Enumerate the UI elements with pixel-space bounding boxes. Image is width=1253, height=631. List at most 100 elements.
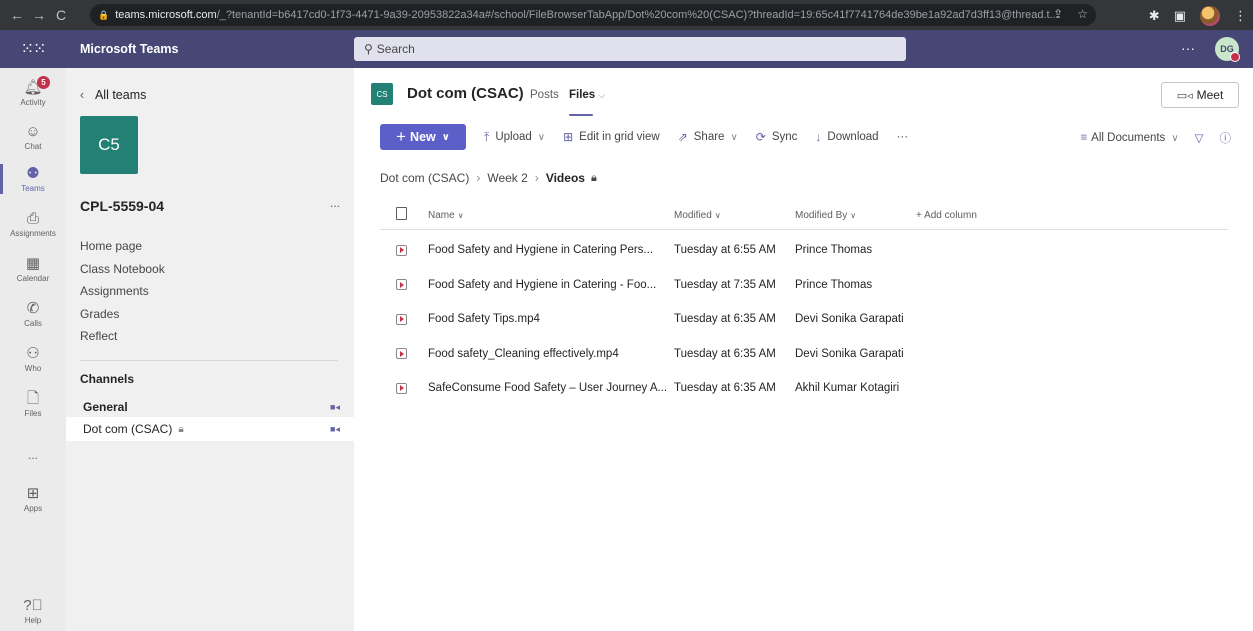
rail-item-activity[interactable]: 🔔︎ Activity 5: [0, 72, 66, 114]
help-icon: ?⃝: [23, 597, 43, 614]
table-row[interactable]: Food Safety and Hygiene in Catering Pers…: [380, 233, 1228, 268]
extensions-icon[interactable]: ✱: [1149, 8, 1160, 24]
rail-item-more[interactable]: ...: [0, 433, 66, 475]
modified-cell: Tuesday at 6:35 AM: [674, 382, 776, 395]
rail-item-help[interactable]: ?⃝ Help: [0, 590, 66, 631]
video-file-icon: [396, 348, 407, 360]
sync-label: Sync: [771, 131, 798, 143]
upload-button[interactable]: ⤒ Upload ∨: [484, 130, 545, 145]
search-input[interactable]: ⚲ Search: [354, 37, 906, 61]
channel-dot-com-csac[interactable]: Dot com (CSAC) 🔒︎ ■◂: [66, 417, 354, 441]
chevron-down-icon: ∨: [850, 210, 857, 220]
file-table: Name ∨ Modified ∨ Modified By ∨ + Add colum…: [380, 201, 1228, 406]
tab-files[interactable]: Files ⌵: [569, 89, 605, 101]
app-name: Microsoft Teams: [80, 42, 179, 56]
file-name-link[interactable]: SafeConsume Food Safety – User Journey A…: [428, 382, 674, 394]
rail-label: Activity: [20, 98, 46, 107]
video-file-icon: [396, 313, 407, 325]
column-header-modified[interactable]: Modified ∨: [674, 210, 795, 221]
team-link-home-page[interactable]: Home page: [80, 238, 165, 261]
meet-button[interactable]: ▭◃ Meet: [1161, 82, 1239, 108]
team-link-grades[interactable]: Grades: [80, 306, 165, 329]
add-column-button[interactable]: + Add column: [916, 210, 977, 221]
edit-grid-view-button[interactable]: ⊞ Edit in grid view: [563, 130, 660, 144]
avatar[interactable]: DG: [1215, 37, 1240, 62]
table-header: Name ∨ Modified ∨ Modified By ∨ + Add colum…: [380, 201, 1228, 230]
team-links: Home page Class Notebook Assignments Gra…: [80, 238, 165, 351]
more-apps-icon: ...: [27, 447, 38, 462]
activity-badge: 5: [37, 76, 50, 89]
forward-arrow-icon[interactable]: →: [28, 7, 50, 23]
share-button[interactable]: ⇗ Share ∨: [678, 130, 738, 144]
all-teams-link[interactable]: ‹ All teams: [80, 88, 146, 102]
chevron-right-icon: ›: [534, 171, 539, 185]
rail-label: Teams: [21, 184, 45, 193]
team-link-reflect[interactable]: Reflect: [80, 328, 165, 351]
bookmark-star-icon[interactable]: ☆: [1077, 7, 1088, 21]
calendar-icon: ▦: [25, 255, 41, 272]
team-name: CPL-5559-04: [80, 198, 165, 214]
all-documents-dropdown[interactable]: All Documents: [1091, 132, 1165, 144]
browser-profile-avatar[interactable]: [1200, 6, 1220, 26]
channel-tile: CS: [371, 83, 393, 105]
table-row[interactable]: SafeConsume Food Safety – User Journey A…: [380, 371, 1228, 406]
filter-icon[interactable]: ▽: [1195, 131, 1204, 145]
file-name-link[interactable]: Food safety_Cleaning effectively.mp4: [428, 348, 674, 360]
rail-item-calendar[interactable]: ▦ Calendar: [0, 248, 66, 290]
column-header-modified-by[interactable]: Modified By ∨: [795, 210, 916, 221]
rail-item-teams[interactable]: ⚉ Teams: [0, 158, 66, 200]
new-label: New: [410, 130, 436, 144]
rail-label: Files: [24, 409, 42, 418]
team-more-options-icon[interactable]: ...: [330, 196, 340, 210]
address-bar[interactable]: 🔒 teams.microsoft.com /_?tenantId=b6417c…: [90, 4, 1096, 26]
file-type-cell: [380, 279, 428, 291]
new-button[interactable]: + New ∨: [380, 124, 466, 150]
browser-toolbar: ← → C 🔒 teams.microsoft.com /_?tenantId=…: [0, 0, 1253, 30]
header-label: Name: [428, 209, 455, 221]
tab-posts[interactable]: Posts: [530, 89, 559, 101]
file-name-link[interactable]: Food Safety and Hygiene in Catering - Fo…: [428, 279, 674, 291]
table-row[interactable]: Food Safety Tips.mp4 Tuesday at 6:35 AM …: [380, 302, 1228, 337]
sync-icon: ⟳: [755, 130, 766, 144]
download-icon: ↓: [815, 130, 822, 144]
share-page-icon[interactable]: ⇪: [1053, 7, 1063, 21]
rail-item-who[interactable]: ⚇ Who: [0, 338, 66, 380]
file-name-link[interactable]: Food Safety Tips.mp4: [428, 313, 674, 325]
toolbar-more-icon[interactable]: ···: [897, 131, 909, 143]
modified-cell: Tuesday at 6:55 AM: [674, 244, 776, 257]
reload-icon[interactable]: C: [50, 7, 72, 23]
rail-label: Calls: [24, 319, 42, 328]
private-lock-icon: 🔒︎: [178, 423, 184, 435]
rail-item-apps[interactable]: ⊞ Apps: [0, 478, 66, 520]
sync-button[interactable]: ⟳ Sync: [756, 130, 798, 144]
file-name-link[interactable]: Food Safety and Hygiene in Catering Pers…: [428, 244, 674, 256]
more-options-icon[interactable]: ···: [1181, 40, 1195, 56]
grid-icon: ⊞: [563, 130, 574, 144]
rail-item-files[interactable]: 🗋 Files: [0, 383, 66, 425]
breadcrumb-item[interactable]: Dot com (CSAC): [380, 171, 469, 185]
download-button[interactable]: ↓ Download: [815, 130, 878, 144]
share-label: Share: [693, 131, 725, 143]
document-icon: [396, 207, 407, 220]
rail-item-assignments[interactable]: ⎙ Assignments: [0, 203, 66, 245]
modified-cell: Tuesday at 7:35 AM: [674, 278, 776, 291]
app-launcher-icon[interactable]: ⁙⁙: [0, 30, 66, 68]
table-row[interactable]: Food Safety and Hygiene in Catering - Fo…: [380, 268, 1228, 303]
upload-icon: ⤒: [484, 129, 490, 144]
table-row[interactable]: Food safety_Cleaning effectively.mp4 Tue…: [380, 337, 1228, 372]
assignments-icon: ⎙: [26, 210, 39, 227]
back-arrow-icon[interactable]: ←: [6, 7, 28, 23]
team-link-assignments[interactable]: Assignments: [80, 283, 165, 306]
info-icon[interactable]: ⓘ: [1220, 130, 1232, 146]
breadcrumb-item[interactable]: Week 2: [487, 171, 527, 185]
rail-item-chat[interactable]: ☺ Chat: [0, 116, 66, 158]
teams-header: ⁙⁙ Microsoft Teams ⚲ Search ··· DG: [0, 30, 1253, 68]
chevron-down-icon: ∨: [457, 210, 464, 220]
chevron-right-icon: ›: [476, 171, 481, 185]
channel-general[interactable]: General ■◂: [66, 395, 354, 419]
column-header-name[interactable]: Name ∨: [428, 210, 674, 221]
browser-menu-icon[interactable]: ⋮: [1234, 8, 1247, 24]
rail-item-calls[interactable]: ✆ Calls: [0, 293, 66, 335]
side-panel-icon[interactable]: ▣: [1174, 8, 1186, 24]
team-link-class-notebook[interactable]: Class Notebook: [80, 261, 165, 284]
